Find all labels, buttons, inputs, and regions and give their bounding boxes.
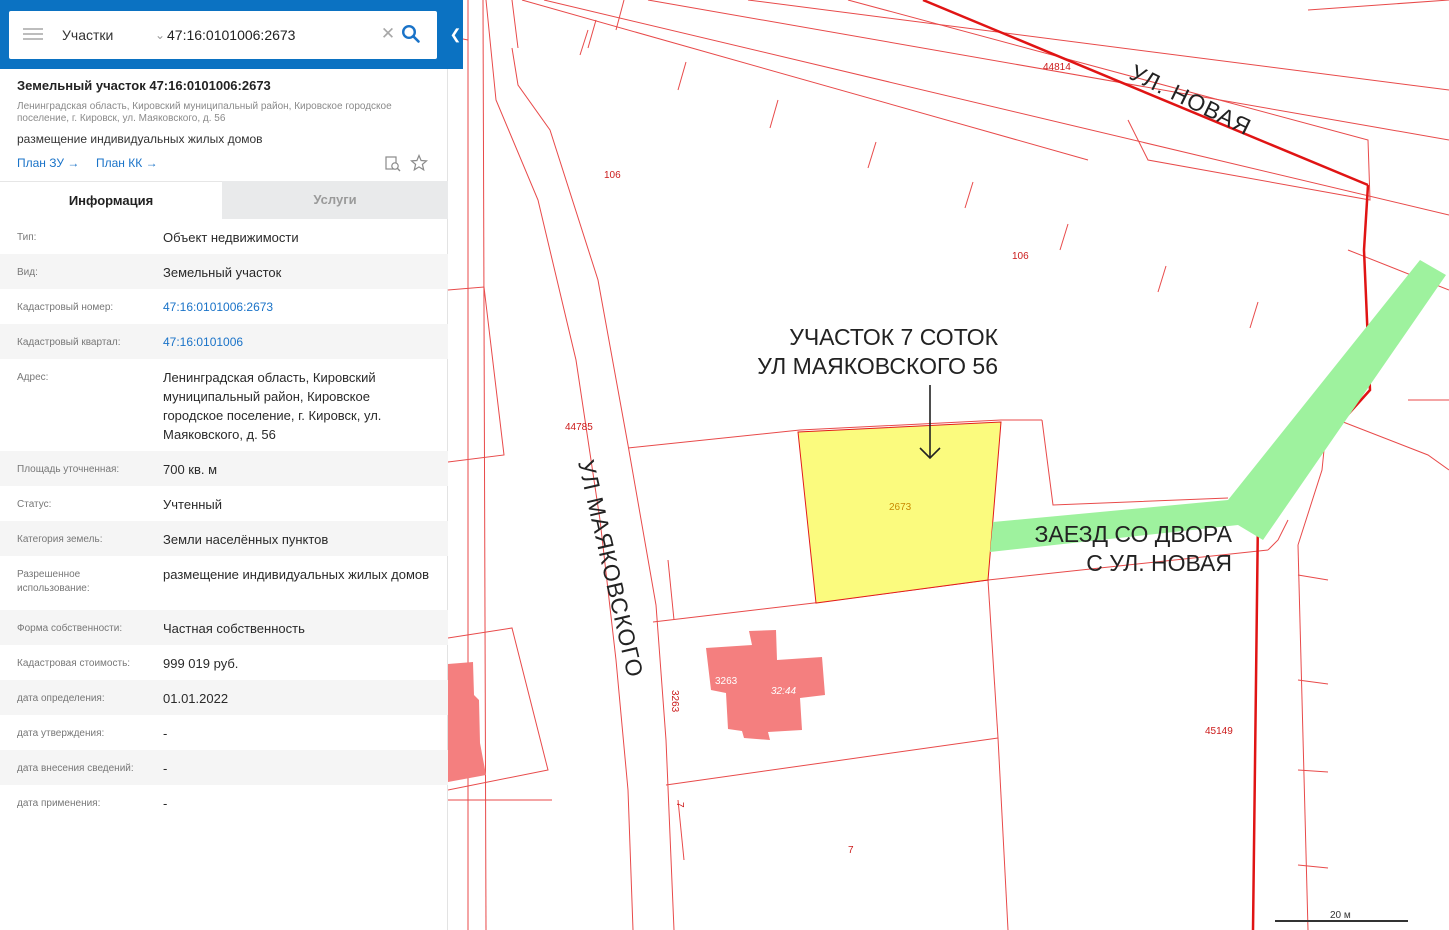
info-row: Разрешенное использование: размещение ин… <box>0 556 448 610</box>
info-value: 999 019 руб. <box>163 656 239 671</box>
annotation-entry-1: ЗАЕЗД СО ДВОРА <box>1035 521 1233 547</box>
info-row: Кадастровый квартал: 47:16:0101006 <box>0 324 448 359</box>
parcel-label-44814: 44814 <box>1043 62 1071 73</box>
object-title: Земельный участок 47:16:0101006:2673 <box>17 78 271 93</box>
parcel-label-44785: 44785 <box>565 422 593 433</box>
parcel-label-7: 7 <box>848 845 854 856</box>
info-key: Разрешенное использование: <box>17 569 90 594</box>
cadastral-number-link[interactable]: 47:16:0101006:2673 <box>163 298 433 317</box>
info-value: Земельный участок <box>163 265 282 280</box>
building-label-3244: 32:44 <box>771 686 796 697</box>
info-key: Форма собственности: <box>17 623 123 634</box>
info-value: - <box>163 726 168 741</box>
info-value: размещение индивидуальных жилых домов <box>163 567 430 582</box>
clear-icon[interactable]: ✕ <box>379 23 397 45</box>
info-value: Учтенный <box>163 497 223 512</box>
info-row: дата внесения сведений: - <box>0 750 448 785</box>
info-row: Форма собственности: Частная собственнос… <box>0 610 448 645</box>
street-mayakovskogo: УЛ МАЯКОВСКОГО <box>573 457 648 680</box>
info-value: Объект недвижимости <box>163 230 299 245</box>
info-key: Категория земель: <box>17 534 103 545</box>
info-row: дата определения: 01.01.2022 <box>0 680 448 715</box>
sidebar: Земельный участок 47:16:0101006:2673 Лен… <box>0 0 448 930</box>
info-key: Кадастровый квартал: <box>17 337 121 348</box>
info-row: Статус: Учтенный <box>0 486 448 521</box>
info-key: Кадастровая стоимость: <box>17 658 131 669</box>
object-use: размещение индивидуальных жилых домов <box>17 132 263 146</box>
plan-kk-link[interactable]: План КК → <box>96 156 158 170</box>
info-row: дата утверждения: - <box>0 715 448 750</box>
search-icon[interactable] <box>401 24 421 44</box>
info-row: Тип: Объект недвижимости <box>0 219 448 254</box>
parcel-label-7-rotated: 7 <box>674 802 685 808</box>
info-key: дата определения: <box>17 693 105 704</box>
chevron-down-icon: ⌄ <box>154 28 165 42</box>
parcel-label-45149: 45149 <box>1205 726 1233 737</box>
info-value: 700 кв. м <box>163 462 218 477</box>
info-value: - <box>163 761 168 776</box>
info-key: дата внесения сведений: <box>17 763 134 774</box>
info-key: Вид: <box>17 267 38 278</box>
info-row: Площадь уточненная: 700 кв. м <box>0 451 448 486</box>
tab-services[interactable]: Услуги <box>222 181 448 219</box>
star-icon[interactable] <box>410 153 428 172</box>
object-type-select[interactable]: Участки ⌄ <box>61 11 165 59</box>
info-key: Площадь уточненная: <box>17 464 120 475</box>
info-value: - <box>163 796 168 811</box>
entry-path <box>990 260 1446 552</box>
info-key: Адрес: <box>17 372 49 383</box>
cadastral-map[interactable]: 106 106 44814 44785 2673 3263 32:44 4514… <box>448 0 1449 930</box>
building-label-3263: 3263 <box>715 676 738 687</box>
parcel-label-2673: 2673 <box>889 502 912 513</box>
info-row: Кадастровая стоимость: 999 019 руб. <box>0 645 448 680</box>
map-canvas[interactable]: 106 106 44814 44785 2673 3263 32:44 4514… <box>448 0 1449 930</box>
info-key: дата утверждения: <box>17 728 105 739</box>
parcel-label-3263-rotated: 3263 <box>669 690 680 713</box>
info-row: Категория земель: Земли населённых пункт… <box>0 521 448 556</box>
search-input[interactable] <box>167 24 377 46</box>
info-value: Ленинградская область, Кировский муницип… <box>163 370 382 442</box>
parcel-label-106b: 106 <box>1012 251 1029 262</box>
annotation-address: УЛ МАЯКОВСКОГО 56 <box>757 353 998 379</box>
info-tabs: Информация Услуги <box>0 181 448 219</box>
annotation-entry-2: С УЛ. НОВАЯ <box>1086 550 1232 576</box>
search-bar: Участки ⌄ ✕ <box>0 0 463 69</box>
zoom-to-object-icon[interactable] <box>384 155 402 173</box>
plan-zu-link[interactable]: План ЗУ → <box>17 156 79 170</box>
info-value: 01.01.2022 <box>163 691 229 706</box>
menu-icon[interactable] <box>23 25 43 45</box>
info-row: дата применения: - <box>0 785 448 820</box>
collapse-panel-icon[interactable]: ❮ <box>448 0 463 69</box>
info-key: Тип: <box>17 232 37 243</box>
info-value: Земли населённых пунктов <box>163 532 329 547</box>
info-key: Кадастровый номер: <box>17 302 114 313</box>
info-row: Кадастровый номер: 47:16:0101006:2673 <box>0 289 448 324</box>
info-row: Адрес: Ленинградская область, Кировский … <box>0 359 448 451</box>
object-address: Ленинградская область, Кировский муницип… <box>17 101 392 124</box>
cadastral-quarter-link[interactable]: 47:16:0101006 <box>163 333 433 352</box>
info-value: Частная собственность <box>163 621 305 636</box>
info-key: Статус: <box>17 499 52 510</box>
annotation-plot-size: УЧАСТОК 7 СОТОК <box>789 324 998 350</box>
scale-bar: 20 м <box>1275 910 1408 922</box>
search-box: Участки ⌄ ✕ <box>9 11 437 59</box>
street-novaya: УЛ. НОВАЯ <box>1126 59 1256 140</box>
scale-label: 20 м <box>1330 910 1351 921</box>
tab-info[interactable]: Информация <box>0 181 222 219</box>
info-row: Вид: Земельный участок <box>0 254 448 289</box>
info-key: дата применения: <box>17 798 101 809</box>
parcel-label-106a: 106 <box>604 170 621 181</box>
object-type-label: Участки <box>62 27 114 43</box>
